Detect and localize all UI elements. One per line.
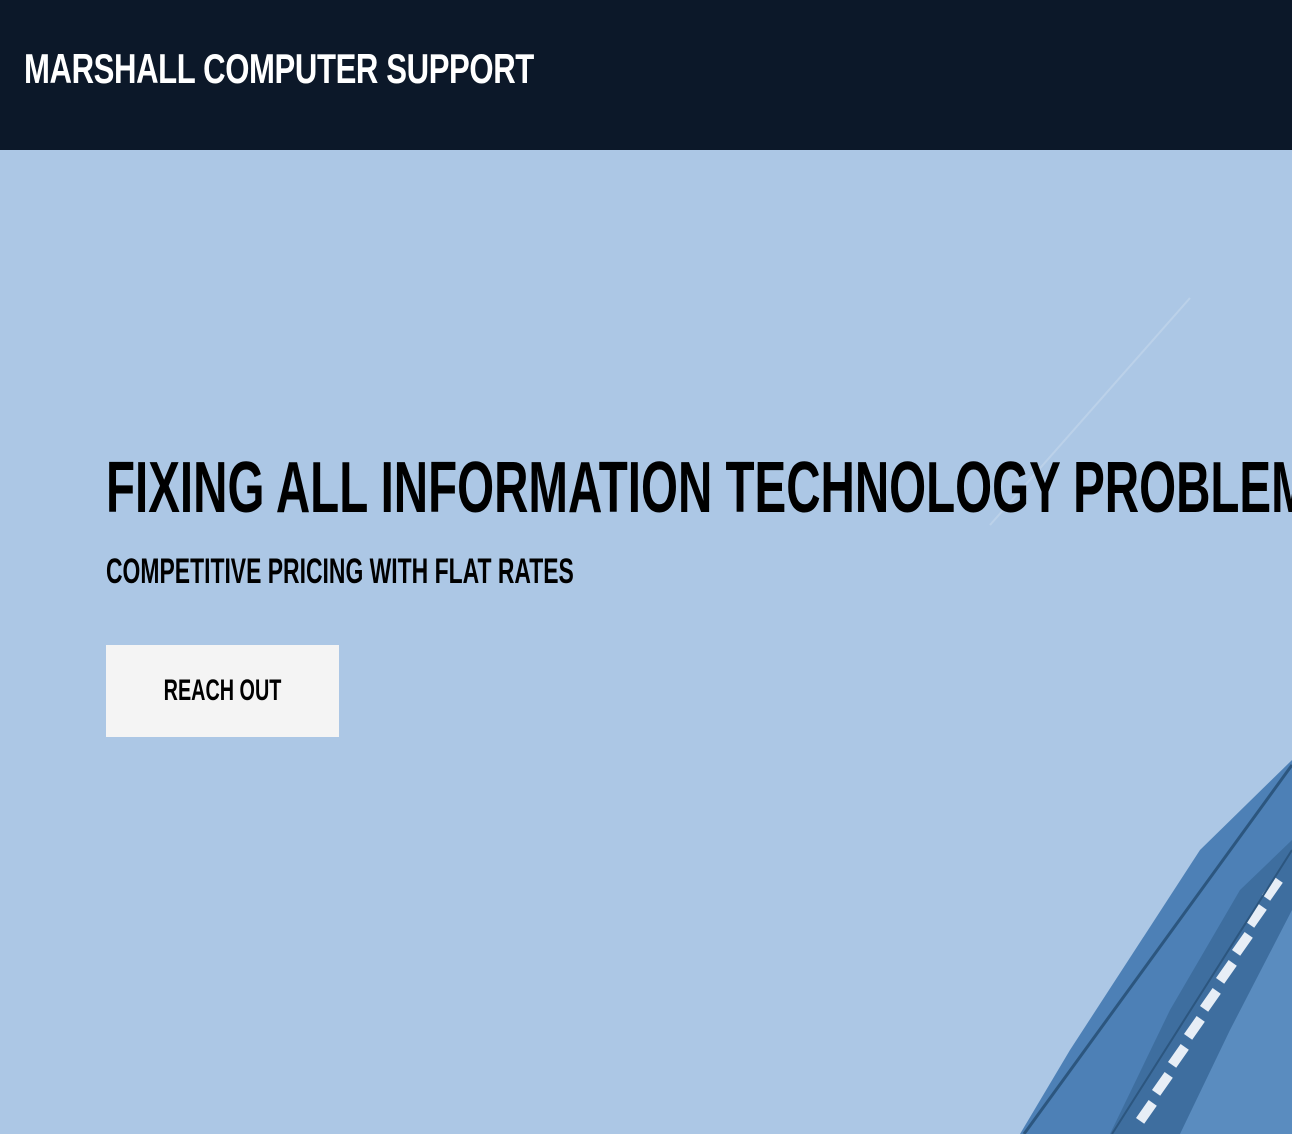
reach-out-button-label: REACH OUT: [163, 674, 282, 707]
site-header: MARSHALL COMPUTER SUPPORT: [0, 0, 1292, 150]
reach-out-button[interactable]: REACH OUT: [106, 645, 339, 737]
server-hardware-image: [989, 297, 1292, 1134]
hero-section: FIXING ALL INFORMATION TECHNOLOGY PROBLE…: [0, 150, 1292, 1134]
hero-headline: FIXING ALL INFORMATION TECHNOLOGY PROBLE…: [106, 448, 1292, 528]
hero-subheadline: COMPETITIVE PRICING WITH FLAT RATES: [106, 552, 574, 591]
site-title[interactable]: MARSHALL COMPUTER SUPPORT: [24, 44, 534, 94]
